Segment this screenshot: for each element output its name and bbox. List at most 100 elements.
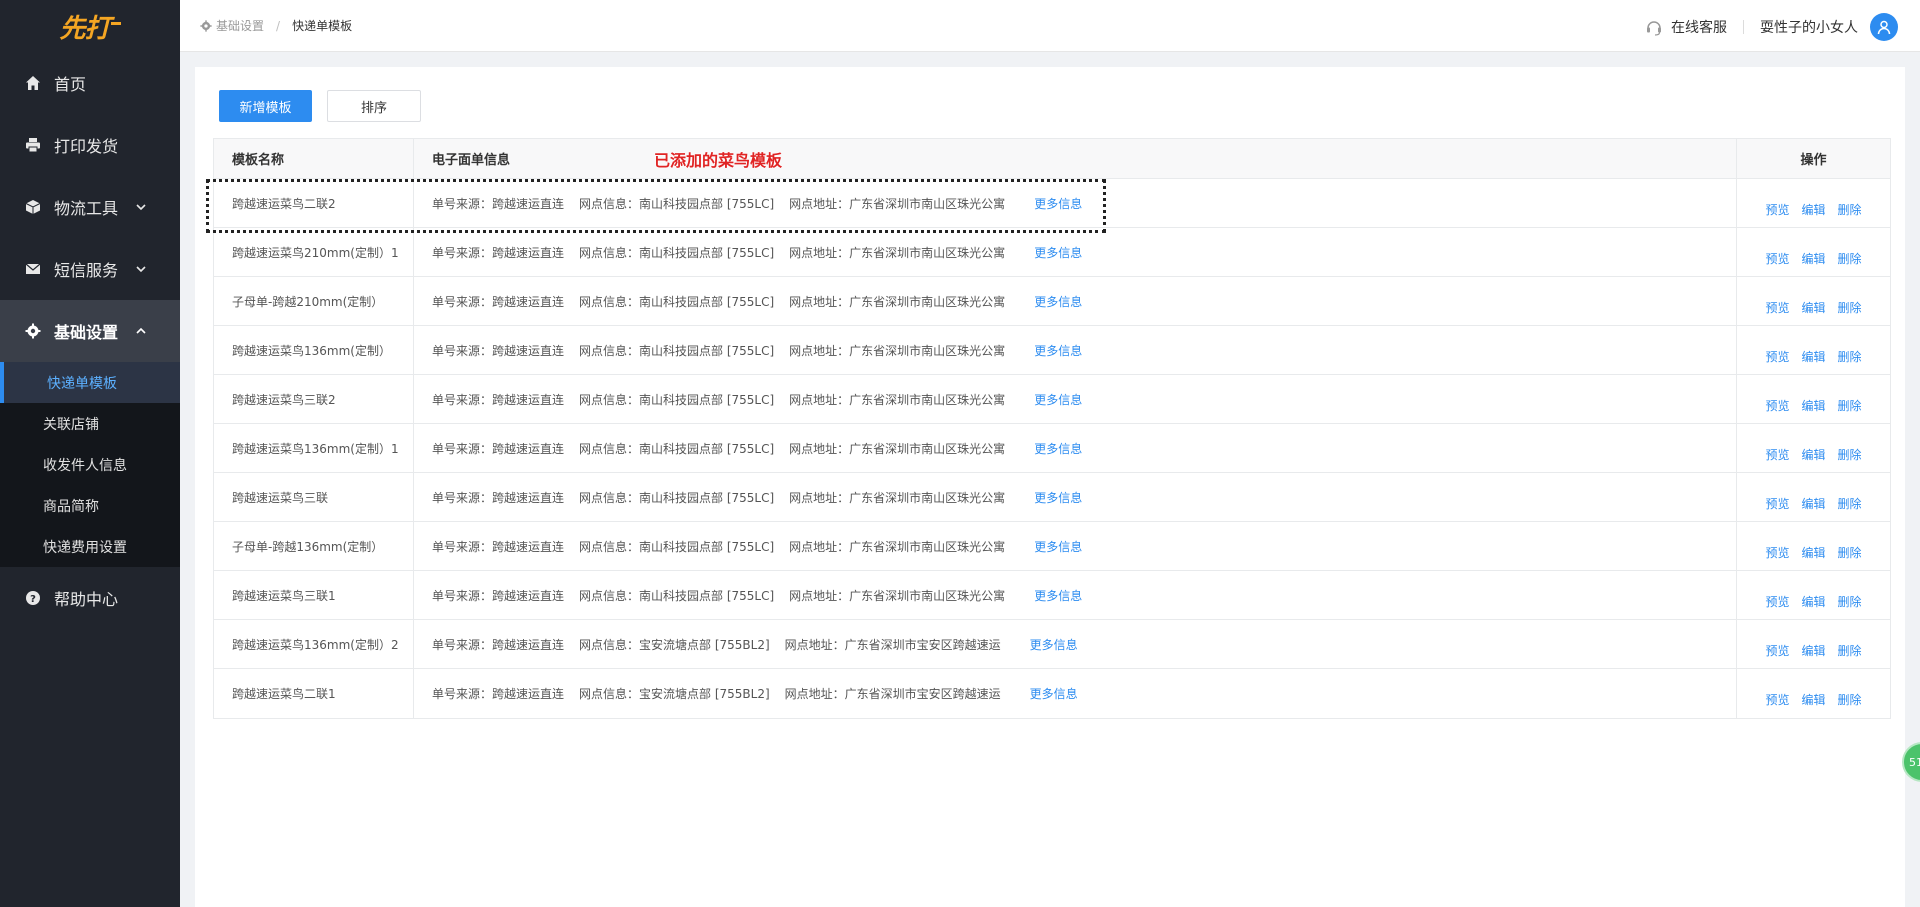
logo-dot: [110, 21, 121, 25]
sidebar-item-label: 短信服务: [54, 261, 119, 280]
template-name: 子母单-跨越210mm(定制）: [214, 277, 414, 325]
branch-info: 网点信息：南山科技园点部 [755LC]: [579, 442, 775, 456]
sidebar-item-label: 物流工具: [54, 199, 119, 218]
submenu-item-express-template[interactable]: 快递单模板: [0, 362, 180, 403]
number-source: 单号来源：跨越速运直连: [432, 589, 565, 603]
submenu-item-product-abbr[interactable]: 商品简称: [0, 485, 180, 526]
delete-link[interactable]: 删除: [1838, 250, 1862, 276]
template-name: 跨越速运菜鸟三联2: [214, 375, 414, 423]
more-info-link[interactable]: 更多信息: [1034, 538, 1082, 570]
delete-link[interactable]: 删除: [1838, 446, 1862, 472]
edit-link[interactable]: 编辑: [1801, 544, 1825, 570]
edit-link[interactable]: 编辑: [1801, 397, 1825, 423]
sidebar-item-label: 打印发货: [54, 137, 119, 156]
template-name: 跨越速运菜鸟三联1: [214, 571, 414, 619]
number-source: 单号来源：跨越速运直连: [432, 491, 565, 505]
number-source: 单号来源：跨越速运直连: [432, 540, 565, 554]
more-info-link[interactable]: 更多信息: [1034, 342, 1082, 374]
logo[interactable]: 先打: [0, 0, 180, 52]
template-name: 跨越速运菜鸟三联: [214, 473, 414, 521]
preview-link[interactable]: 预览: [1765, 691, 1789, 718]
edit-link[interactable]: 编辑: [1801, 201, 1825, 227]
more-info-link[interactable]: 更多信息: [1030, 685, 1078, 718]
more-info-link[interactable]: 更多信息: [1034, 440, 1082, 472]
branch-info: 网点信息：南山科技园点部 [755LC]: [579, 589, 775, 603]
delete-link[interactable]: 删除: [1838, 299, 1862, 325]
avatar[interactable]: [1870, 13, 1898, 41]
sidebar-item-help[interactable]: ? 帮助中心: [0, 567, 180, 629]
add-template-button[interactable]: 新增模板: [219, 90, 312, 122]
svg-text:?: ?: [30, 594, 36, 605]
delete-link[interactable]: 删除: [1838, 642, 1862, 668]
username[interactable]: 耍性子的小女人: [1760, 17, 1858, 37]
more-info-link[interactable]: 更多信息: [1030, 636, 1078, 668]
edit-link[interactable]: 编辑: [1801, 250, 1825, 276]
branch-info: 网点信息：南山科技园点部 [755LC]: [579, 393, 775, 407]
submenu-item-shipping-fee[interactable]: 快递费用设置: [0, 526, 180, 567]
preview-link[interactable]: 预览: [1765, 446, 1789, 472]
help-icon: ?: [24, 589, 42, 607]
edit-link[interactable]: 编辑: [1801, 691, 1825, 718]
chevron-down-icon: [136, 266, 146, 273]
more-info-link[interactable]: 更多信息: [1034, 244, 1082, 276]
waybill-info: 单号来源：跨越速运直连 网点信息：南山科技园点部 [755LC] 网点地址：广东省深…: [414, 424, 1737, 472]
row-actions: 预览 编辑 删除: [1737, 228, 1890, 276]
sidebar-item-sms[interactable]: 短信服务: [0, 238, 180, 300]
sort-button[interactable]: 排序: [327, 90, 421, 122]
sidebar: 先打 首页 打印发货 物流工具 短信服务 基础设置 快递单模板 关联店铺 收发件…: [0, 0, 180, 907]
preview-link[interactable]: 预览: [1765, 299, 1789, 325]
sidebar-item-home[interactable]: 首页: [0, 52, 180, 114]
preview-link[interactable]: 预览: [1765, 495, 1789, 521]
edit-link[interactable]: 编辑: [1801, 593, 1825, 619]
table-row: 跨越速运菜鸟三联 单号来源：跨越速运直连 网点信息：南山科技园点部 [755LC] 网…: [214, 473, 1890, 522]
online-support-link[interactable]: 在线客服: [1645, 17, 1727, 37]
breadcrumb-root[interactable]: 基础设置: [216, 17, 264, 34]
more-info-link[interactable]: 更多信息: [1034, 489, 1082, 521]
table-row: 跨越速运菜鸟136mm(定制） 单号来源：跨越速运直连 网点信息：南山科技园点部 […: [214, 326, 1890, 375]
number-source: 单号来源：跨越速运直连: [432, 295, 565, 309]
delete-link[interactable]: 删除: [1838, 495, 1862, 521]
row-actions: 预览 编辑 删除: [1737, 326, 1890, 374]
table-row: 子母单-跨越136mm(定制） 单号来源：跨越速运直连 网点信息：南山科技园点部 […: [214, 522, 1890, 571]
sidebar-item-logistics[interactable]: 物流工具: [0, 176, 180, 238]
branch-info: 网点信息：南山科技园点部 [755LC]: [579, 344, 775, 358]
edit-link[interactable]: 编辑: [1801, 299, 1825, 325]
preview-link[interactable]: 预览: [1765, 642, 1789, 668]
submenu-item-sender-info[interactable]: 收发件人信息: [0, 444, 180, 485]
branch-address: 网点地址：广东省深圳市南山区珠光公寓: [789, 540, 1006, 554]
delete-link[interactable]: 删除: [1838, 348, 1862, 374]
number-source: 单号来源：跨越速运直连: [432, 442, 565, 456]
column-header-name: 模板名称: [214, 139, 414, 178]
sidebar-item-print[interactable]: 打印发货: [0, 114, 180, 176]
delete-link[interactable]: 删除: [1838, 544, 1862, 570]
edit-link[interactable]: 编辑: [1801, 495, 1825, 521]
preview-link[interactable]: 预览: [1765, 544, 1789, 570]
sidebar-item-settings[interactable]: 基础设置: [0, 300, 180, 362]
gear-icon: [200, 19, 212, 32]
branch-address: 网点地址：广东省深圳市宝安区跨越速运: [784, 638, 1001, 652]
delete-link[interactable]: 删除: [1838, 593, 1862, 619]
sidebar-item-label: 帮助中心: [54, 590, 119, 609]
preview-link[interactable]: 预览: [1765, 201, 1789, 227]
delete-link[interactable]: 删除: [1838, 397, 1862, 423]
delete-link[interactable]: 删除: [1838, 201, 1862, 227]
table-row: 子母单-跨越210mm(定制） 单号来源：跨越速运直连 网点信息：南山科技园点部 […: [214, 277, 1890, 326]
breadcrumb: 基础设置 / 快递单模板: [200, 17, 352, 34]
more-info-link[interactable]: 更多信息: [1034, 587, 1082, 619]
preview-link[interactable]: 预览: [1765, 250, 1789, 276]
preview-link[interactable]: 预览: [1765, 593, 1789, 619]
waybill-info: 单号来源：跨越速运直连 网点信息：宝安流塘点部 [755BL2] 网点地址：广东省深…: [414, 669, 1737, 718]
delete-link[interactable]: 删除: [1838, 691, 1862, 718]
edit-link[interactable]: 编辑: [1801, 642, 1825, 668]
table-row: 跨越速运菜鸟二联1 单号来源：跨越速运直连 网点信息：宝安流塘点部 [755BL2]…: [214, 669, 1890, 718]
preview-link[interactable]: 预览: [1765, 348, 1789, 374]
edit-link[interactable]: 编辑: [1801, 446, 1825, 472]
preview-link[interactable]: 预览: [1765, 397, 1789, 423]
edit-link[interactable]: 编辑: [1801, 348, 1825, 374]
branch-address: 网点地址：广东省深圳市南山区珠光公寓: [789, 246, 1006, 260]
submenu-item-linked-shops[interactable]: 关联店铺: [0, 403, 180, 444]
more-info-link[interactable]: 更多信息: [1034, 391, 1082, 423]
row-actions: 预览 编辑 删除: [1737, 179, 1890, 227]
more-info-link[interactable]: 更多信息: [1034, 293, 1082, 325]
breadcrumb-current: 快递单模板: [292, 19, 353, 33]
